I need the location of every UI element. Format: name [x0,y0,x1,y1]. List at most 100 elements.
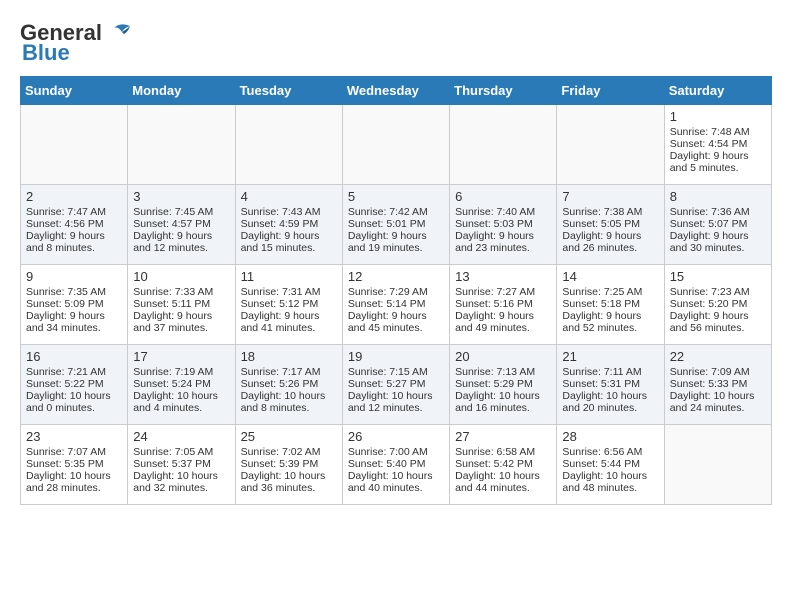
day-header-monday: Monday [128,77,235,105]
calendar-cell: 12 Sunrise: 7:29 AMSunset: 5:14 PMDayligh… [342,265,449,345]
sunset-text: Sunset: 5:33 PM [670,378,766,390]
day-number: 14 [562,269,658,284]
calendar-week-row: 23Sunrise: 7:07 AMSunset: 5:35 PMDayligh… [21,425,772,505]
calendar-cell: 18Sunrise: 7:17 AMSunset: 5:26 PMDayligh… [235,345,342,425]
logo-blue: Blue [22,40,70,66]
calendar-cell [450,105,557,185]
sunset-text: Sunset: 5:27 PM [348,378,444,390]
calendar-cell: 3Sunrise: 7:45 AMSunset: 4:57 PMDaylight… [128,185,235,265]
calendar-cell [128,105,235,185]
calendar-cell [557,105,664,185]
sunset-text: Sunset: 4:59 PM [241,218,337,230]
sunset-text: Sunset: 5:20 PM [670,298,766,310]
sunset-text: Sunset: 5:39 PM [241,458,337,470]
sunrise-text: Sunrise: 7:05 AM [133,446,229,458]
day-number: 10 [133,269,229,284]
day-number: 1 [670,109,766,124]
day-number: 24 [133,429,229,444]
sunrise-text: Sunrise: 7:13 AM [455,366,551,378]
sunset-text: Sunset: 5:14 PM [348,298,444,310]
sunset-text: Sunset: 5:12 PM [241,298,337,310]
sunset-text: Sunset: 5:09 PM [26,298,122,310]
sunrise-text: Sunrise: 7:19 AM [133,366,229,378]
logo: General Blue [20,20,132,66]
calendar-cell: 7Sunrise: 7:38 AMSunset: 5:05 PMDaylight… [557,185,664,265]
calendar-cell: 15 Sunrise: 7:23 AMSunset: 5:20 PMDayligh… [664,265,771,345]
day-header-wednesday: Wednesday [342,77,449,105]
daylight-text: Daylight: 9 hours and 56 minutes. [670,310,766,334]
sunrise-text: Sunrise: 7:21 AM [26,366,122,378]
day-number: 25 [241,429,337,444]
sunset-text: Sunset: 5:01 PM [348,218,444,230]
daylight-text: Daylight: 10 hours and 28 minutes. [26,470,122,494]
daylight-text: Daylight: 10 hours and 16 minutes. [455,390,551,414]
daylight-text: Daylight: 9 hours and 5 minutes. [670,150,766,174]
calendar-cell: 14Sunrise: 7:25 AMSunset: 5:18 PMDayligh… [557,265,664,345]
sunrise-text: Sunrise: 7:43 AM [241,206,337,218]
calendar-cell: 22Sunrise: 7:09 AMSunset: 5:33 PMDayligh… [664,345,771,425]
day-number: 2 [26,189,122,204]
sunrise-text: Sunrise: 7:15 AM [348,366,444,378]
calendar-cell: 5Sunrise: 7:42 AMSunset: 5:01 PMDaylight… [342,185,449,265]
day-number: 12 [348,269,444,284]
sunset-text: Sunset: 5:16 PM [455,298,551,310]
sunset-text: Sunset: 5:18 PM [562,298,658,310]
day-number: 7 [562,189,658,204]
sunrise-text: Sunrise: 7:40 AM [455,206,551,218]
calendar-cell: 16Sunrise: 7:21 AMSunset: 5:22 PMDayligh… [21,345,128,425]
calendar-cell: 10Sunrise: 7:33 AMSunset: 5:11 PMDayligh… [128,265,235,345]
calendar-cell: 28Sunrise: 6:56 AMSunset: 5:44 PMDayligh… [557,425,664,505]
day-number: 13 [455,269,551,284]
sunset-text: Sunset: 5:44 PM [562,458,658,470]
sunrise-text: Sunrise: 7:33 AM [133,286,229,298]
daylight-text: Daylight: 10 hours and 44 minutes. [455,470,551,494]
calendar-week-row: 1Sunrise: 7:48 AMSunset: 4:54 PMDaylight… [21,105,772,185]
daylight-text: Daylight: 9 hours and 26 minutes. [562,230,658,254]
day-number: 9 [26,269,122,284]
calendar-cell: 20 Sunrise: 7:13 AMSunset: 5:29 PMDayligh… [450,345,557,425]
sunrise-text: Sunrise: 7:23 AM [670,286,766,298]
day-header-thursday: Thursday [450,77,557,105]
sunrise-text: Sunrise: 7:00 AM [348,446,444,458]
sunrise-text: Sunrise: 7:31 AM [241,286,337,298]
sunrise-text: Sunrise: 7:35 AM [26,286,122,298]
sunset-text: Sunset: 5:22 PM [26,378,122,390]
daylight-text: Daylight: 9 hours and 12 minutes. [133,230,229,254]
sunset-text: Sunset: 5:26 PM [241,378,337,390]
day-number: 27 [455,429,551,444]
calendar-cell: 8Sunrise: 7:36 AMSunset: 5:07 PMDaylight… [664,185,771,265]
sunset-text: Sunset: 4:57 PM [133,218,229,230]
day-header-sunday: Sunday [21,77,128,105]
daylight-text: Daylight: 10 hours and 40 minutes. [348,470,444,494]
sunset-text: Sunset: 5:29 PM [455,378,551,390]
daylight-text: Daylight: 9 hours and 30 minutes. [670,230,766,254]
page-header: General Blue [20,20,772,66]
calendar-cell: 1Sunrise: 7:48 AMSunset: 4:54 PMDaylight… [664,105,771,185]
daylight-text: Daylight: 9 hours and 19 minutes. [348,230,444,254]
sunset-text: Sunset: 4:56 PM [26,218,122,230]
sunrise-text: Sunrise: 7:48 AM [670,126,766,138]
day-number: 4 [241,189,337,204]
calendar-week-row: 9 Sunrise: 7:35 AMSunset: 5:09 PM Daylight… [21,265,772,345]
daylight-text: Daylight: 9 hours and 45 minutes. [348,310,444,334]
sunrise-text: Sunrise: 6:58 AM [455,446,551,458]
daylight-text: Daylight: 9 hours and 49 minutes. [455,310,551,334]
daylight-text: Daylight: 9 hours and 37 minutes. [133,310,229,334]
daylight-text: Daylight: 10 hours and 8 minutes. [241,390,337,414]
sunrise-text: Sunrise: 7:29 AM [348,286,444,298]
sunrise-text: Sunrise: 7:45 AM [133,206,229,218]
day-header-friday: Friday [557,77,664,105]
daylight-text: Daylight: 10 hours and 36 minutes. [241,470,337,494]
day-number: 26 [348,429,444,444]
sunrise-text: Sunrise: 7:25 AM [562,286,658,298]
calendar-cell: 27Sunrise: 6:58 AMSunset: 5:42 PMDayligh… [450,425,557,505]
day-number: 20 [455,349,551,364]
daylight-text: Daylight: 9 hours and 8 minutes. [26,230,122,254]
day-number: 5 [348,189,444,204]
day-number: 15 [670,269,766,284]
day-number: 23 [26,429,122,444]
calendar-cell: 24Sunrise: 7:05 AMSunset: 5:37 PMDayligh… [128,425,235,505]
calendar-cell: 2Sunrise: 7:47 AMSunset: 4:56 PMDaylight… [21,185,128,265]
sunrise-text: Sunrise: 7:36 AM [670,206,766,218]
daylight-text: Daylight: 9 hours and 23 minutes. [455,230,551,254]
